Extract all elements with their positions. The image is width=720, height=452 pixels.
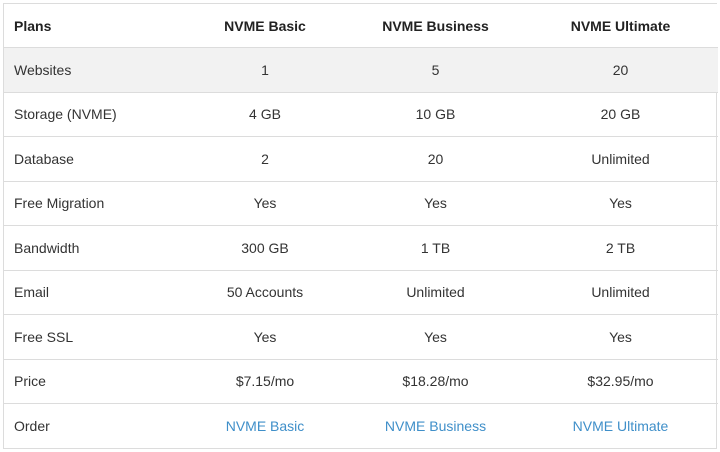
cell-basic: Yes [182,314,348,360]
cell-business: Yes [348,181,523,226]
order-nvme-basic-link[interactable]: NVME Basic [226,418,305,434]
table-row-price: Price $7.15/mo $18.28/mo $32.95/mo [4,359,718,404]
order-cell-basic: NVME Basic [182,404,348,449]
cell-business: 5 [348,47,523,93]
table-row-storage: Storage (NVME) 4 GB 10 GB 20 GB [4,92,718,137]
cell-basic: $7.15/mo [182,359,348,404]
order-cell-ultimate: NVME Ultimate [523,404,718,449]
table-row-order: Order NVME Basic NVME Business NVME Ulti… [4,404,718,449]
table-row-websites: Websites 1 5 20 [4,47,718,93]
row-label: Free SSL [4,314,182,360]
cell-business: 20 [348,136,523,182]
cell-business: Unlimited [348,270,523,315]
row-label: Database [4,136,182,182]
cell-business: Yes [348,314,523,360]
pricing-table-container: Plans NVME Basic NVME Business NVME Ulti… [3,3,718,449]
cell-ultimate: 20 [523,47,718,93]
pricing-table: Plans NVME Basic NVME Business NVME Ulti… [4,4,718,448]
row-label: Order [14,418,50,434]
header-nvme-ultimate: NVME Ultimate [523,4,718,48]
table-body: Websites 1 5 20 Storage (NVME) 4 GB 10 G… [4,47,718,449]
cell-basic: 300 GB [182,225,348,271]
table-header: Plans NVME Basic NVME Business NVME Ulti… [4,4,718,48]
header-nvme-basic: NVME Basic [182,4,348,48]
table-row-free-ssl: Free SSL Yes Yes Yes [4,314,718,360]
table-row-bandwidth: Bandwidth 300 GB 1 TB 2 TB [4,225,718,271]
cell-ultimate: 2 TB [523,225,718,271]
cell-ultimate: 20 GB [523,92,718,137]
table-row-free-migration: Free Migration Yes Yes Yes [4,181,718,226]
row-label: Bandwidth [4,225,182,271]
order-nvme-business-link[interactable]: NVME Business [385,418,486,434]
cell-ultimate: Yes [523,181,718,226]
cell-basic: 50 Accounts [182,270,348,315]
order-nvme-ultimate-link[interactable]: NVME Ultimate [573,418,669,434]
row-label: Websites [4,47,182,93]
cell-business: 10 GB [348,92,523,137]
cell-ultimate: Unlimited [523,270,718,315]
cell-basic: 4 GB [182,92,348,137]
row-label: Free Migration [4,181,182,226]
header-nvme-business: NVME Business [348,4,523,48]
cell-ultimate: $32.95/mo [523,359,718,404]
cell-ultimate: Yes [523,314,718,360]
header-plans: Plans [4,4,182,48]
table-row-email: Email 50 Accounts Unlimited Unlimited [4,270,718,315]
cell-basic: Yes [182,181,348,226]
cell-ultimate: Unlimited [523,136,718,182]
order-cell-business: NVME Business [348,404,523,449]
cell-basic: 1 [182,47,348,93]
row-label: Email [4,270,182,315]
header-row: Plans NVME Basic NVME Business NVME Ulti… [4,4,718,48]
table-row-database: Database 2 20 Unlimited [4,136,718,182]
cell-basic: 2 [182,136,348,182]
row-label: Price [4,359,182,404]
cell-business: $18.28/mo [348,359,523,404]
cell-business: 1 TB [348,225,523,271]
row-label: Storage (NVME) [4,92,182,137]
